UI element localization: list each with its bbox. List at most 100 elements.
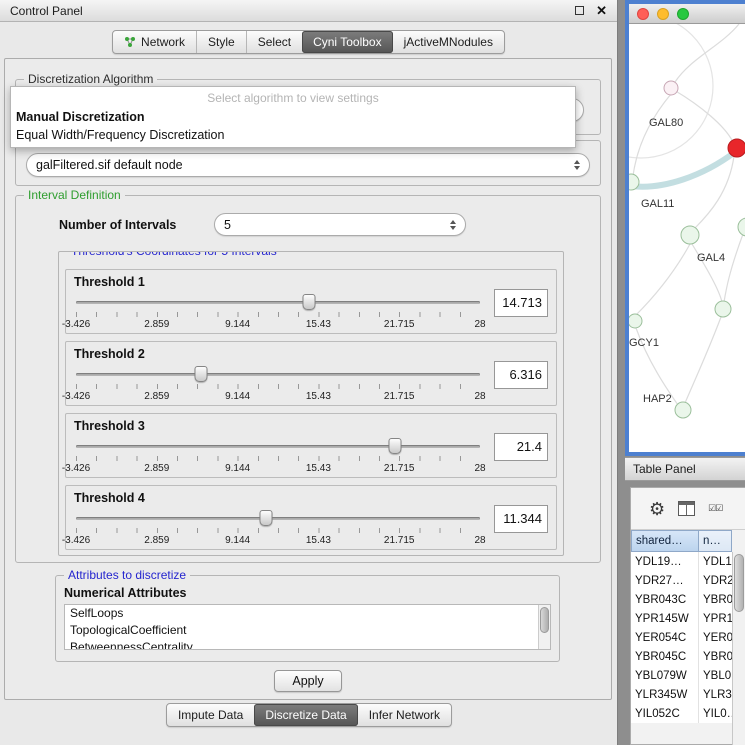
network-canvas[interactable]: GAL80 GAL11 GAL4 GCY1 HAP2 (629, 24, 745, 452)
table-row[interactable]: YDL19… YDL1… (631, 552, 745, 571)
network-node[interactable] (675, 402, 691, 418)
tab-jactivemnodules[interactable]: jActiveMNodules (393, 31, 504, 53)
tab-cyni-toolbox[interactable]: Cyni Toolbox (302, 31, 392, 53)
table-cell[interactable]: YLR3… (699, 685, 732, 704)
column-header-shared[interactable]: shared… (631, 530, 699, 552)
slider-track[interactable] (76, 445, 480, 448)
network-node[interactable] (664, 81, 678, 95)
threshold-1-value-field[interactable]: 14.713 (494, 289, 548, 317)
network-node-highlighted[interactable] (728, 139, 745, 157)
threshold-4-value-field[interactable]: 11.344 (494, 505, 548, 533)
scrollbar-thumb[interactable] (540, 607, 549, 633)
gear-icon[interactable]: ⚙ (649, 500, 665, 518)
tab-network[interactable]: Network (113, 31, 196, 53)
tab-impute-data[interactable]: Impute Data (167, 704, 254, 726)
tab-style-label: Style (208, 35, 235, 49)
table-row[interactable]: YBR043C YBR0… (631, 590, 745, 609)
table-cell[interactable]: YBR043C (631, 590, 699, 609)
threshold-3-value-field[interactable]: 21.4 (494, 433, 548, 461)
table-row[interactable]: YBR045C YBR0… (631, 647, 745, 666)
table-cell[interactable]: YPR1… (699, 609, 732, 628)
tick-label: 15.43 (306, 319, 331, 330)
list-item[interactable]: TopologicalCoefficient (65, 622, 550, 639)
table-cell[interactable]: YBL0… (699, 666, 732, 685)
columns-icon[interactable] (678, 501, 695, 516)
slider-track[interactable] (76, 373, 480, 376)
table-cell[interactable]: YER054C (631, 628, 699, 647)
network-edge (685, 317, 721, 403)
table-cell[interactable]: YDL1… (699, 552, 732, 571)
table-row[interactable]: YDR27… YDR2… (631, 571, 745, 590)
network-node[interactable] (715, 301, 731, 317)
table-row[interactable]: YPR145W YPR1… (631, 609, 745, 628)
close-icon[interactable]: ✕ (596, 4, 607, 17)
slider-track[interactable] (76, 301, 480, 304)
slider-thumb[interactable] (259, 510, 272, 526)
numerical-attributes-list[interactable]: SelfLoops TopologicalCoefficient Between… (64, 604, 551, 650)
tick-label: 9.144 (225, 463, 250, 474)
tick-label: 9.144 (225, 319, 250, 330)
tab-select[interactable]: Select (246, 31, 302, 53)
list-item[interactable]: SelfLoops (65, 605, 550, 622)
table-cell[interactable]: YIL052C (631, 704, 699, 723)
combo-stepper-icon (568, 160, 580, 170)
table-data-combobox[interactable]: galFiltered.sif default node (26, 153, 590, 177)
slider-thumb[interactable] (195, 366, 208, 382)
dropdown-option-equal-width[interactable]: Equal Width/Frequency Discretization (11, 126, 575, 144)
attributes-group-title: Attributes to discretize (64, 568, 190, 582)
table-cell[interactable]: YPR145W (631, 609, 699, 628)
threshold-2-value-field[interactable]: 6.316 (494, 361, 548, 389)
network-edge (675, 24, 739, 82)
table-cell[interactable]: YBL079W (631, 666, 699, 685)
table-cell[interactable]: YBR0… (699, 647, 732, 666)
table-cell[interactable]: YBR0… (699, 590, 732, 609)
slider-track[interactable] (76, 517, 480, 520)
table-row[interactable]: YLR345W YLR3… (631, 685, 745, 704)
slider-thumb[interactable] (389, 438, 402, 454)
table-cell[interactable]: YER0… (699, 628, 732, 647)
table-cell[interactable]: YDL19… (631, 552, 699, 571)
table-cell[interactable]: YBR045C (631, 647, 699, 666)
minimize-traffic-light-icon[interactable] (657, 8, 669, 20)
threshold-4-slider[interactable] (76, 510, 480, 526)
dropdown-option-manual-discretization[interactable]: Manual Discretization (11, 108, 575, 126)
table-row[interactable]: YBL079W YBL0… (631, 666, 745, 685)
network-node[interactable] (681, 226, 699, 244)
number-of-intervals-combobox[interactable]: 5 (214, 213, 466, 236)
interval-definition-group-title: Interval Definition (24, 188, 125, 202)
threshold-1-slider[interactable] (76, 294, 480, 310)
column-header-n[interactable]: n… (699, 530, 732, 552)
close-traffic-light-icon[interactable] (637, 8, 649, 20)
number-of-intervals-label: Number of Intervals (59, 218, 176, 232)
threshold-row-4: Threshold 4 -3.426 2.859 9.144 15.43 21.… (65, 485, 557, 550)
table-row[interactable]: YER054C YER0… (631, 628, 745, 647)
table-row[interactable]: YIL052C YIL0… (631, 704, 745, 723)
network-node[interactable] (629, 314, 642, 328)
tab-discretize-data-label: Discretize Data (265, 708, 346, 722)
select-columns-icon[interactable]: ☑☑ (708, 504, 722, 513)
table-cell[interactable]: YDR2… (699, 571, 732, 590)
table-cell[interactable]: YDR27… (631, 571, 699, 590)
list-item[interactable]: BetweennessCentrality (65, 639, 550, 650)
slider-thumb[interactable] (303, 294, 316, 310)
scrollbar-thumb[interactable] (734, 554, 744, 612)
tab-infer-network-label: Infer Network (369, 708, 440, 722)
table-cell[interactable]: YIL0… (699, 704, 732, 723)
table-cell[interactable]: YLR345W (631, 685, 699, 704)
apply-button[interactable]: Apply (274, 670, 342, 692)
slider-tick-marks (76, 312, 480, 317)
tab-style[interactable]: Style (196, 31, 246, 53)
slider-tick-marks (76, 528, 480, 533)
table-scrollbar[interactable] (732, 552, 745, 745)
tab-infer-network[interactable]: Infer Network (358, 704, 451, 726)
tab-discretize-data[interactable]: Discretize Data (254, 704, 357, 726)
network-node[interactable] (738, 218, 745, 236)
list-scrollbar[interactable] (538, 605, 550, 649)
tab-impute-data-label: Impute Data (178, 708, 243, 722)
float-window-icon[interactable] (575, 6, 584, 15)
zoom-traffic-light-icon[interactable] (677, 8, 689, 20)
threshold-3-label: Threshold 3 (74, 419, 482, 433)
dropdown-placeholder-option[interactable]: Select algorithm to view settings (11, 87, 575, 108)
threshold-2-slider[interactable] (76, 366, 480, 382)
threshold-3-slider[interactable] (76, 438, 480, 454)
